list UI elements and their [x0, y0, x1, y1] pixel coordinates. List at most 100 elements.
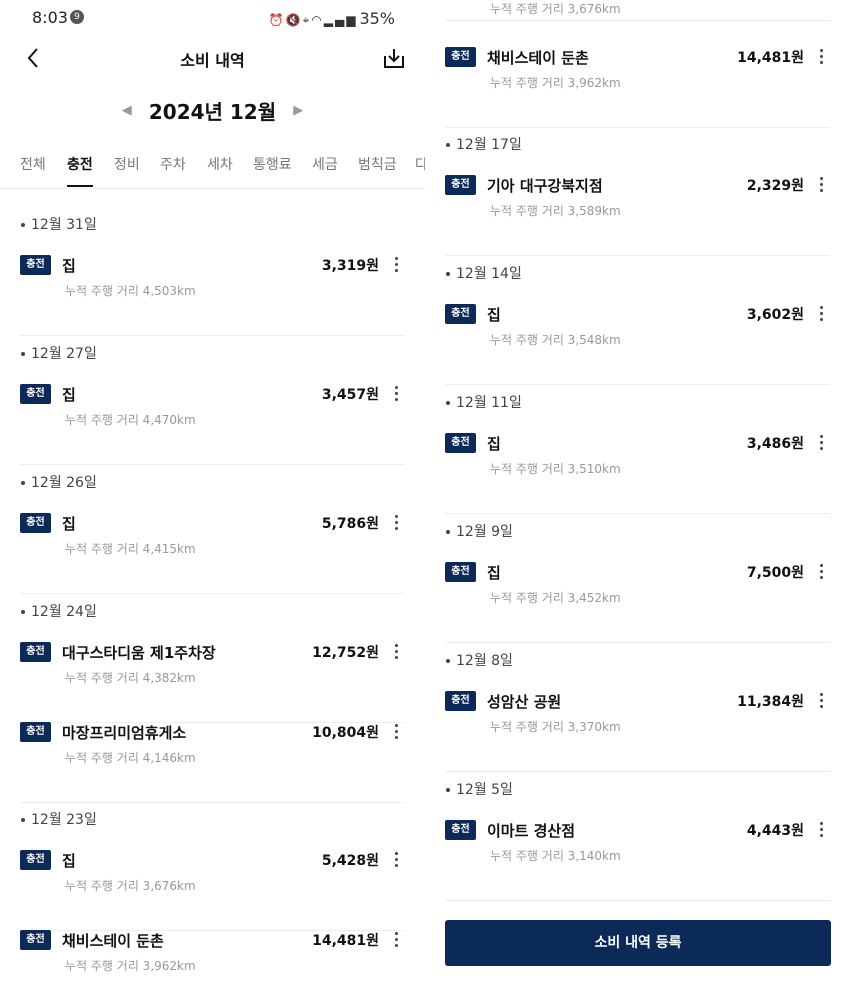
list-item[interactable]: 충전 집 3,457원 누적 주행 거리 4,470km: [20, 384, 405, 465]
item-name: 집: [487, 306, 501, 324]
date-header: 12월 8일: [446, 650, 513, 670]
category-badge: 충전: [20, 513, 51, 533]
tab-7[interactable]: 범칙금: [358, 154, 397, 174]
item-amount: 14,481원: [312, 933, 379, 949]
list-item[interactable]: 충전 이마트 경산점 4,443원 누적 주행 거리 3,140km: [445, 820, 830, 901]
more-options-icon[interactable]: [391, 932, 401, 948]
mute-icon: 🔇: [285, 13, 303, 27]
item-name: 집: [487, 435, 501, 453]
list-item[interactable]: 충전 성암산 공원 11,384원 누적 주행 거리 3,370km: [445, 691, 830, 772]
date-header: 12월 23일: [21, 809, 97, 829]
next-month-icon[interactable]: ▶: [293, 103, 303, 118]
more-options-icon[interactable]: [816, 564, 826, 580]
list-item[interactable]: 충전 집 7,500원 누적 주행 거리 3,452km: [445, 562, 830, 643]
status-time: 8:03: [32, 8, 68, 27]
left-screen: 8:03 9 ⏰🔇⌖◠▂▄▆ 35% 소비 내역 ◀ 2024년 12월 ▶ 전체…: [0, 0, 425, 998]
more-options-icon[interactable]: [391, 724, 401, 740]
more-options-icon[interactable]: [391, 644, 401, 660]
item-distance: 누적 주행 거리 4,470km: [65, 413, 196, 427]
item-name: 이마트 경산점: [487, 822, 576, 840]
list-item[interactable]: 충전 채비스테이 둔촌 14,481원누적 주행 거리 3,962km: [20, 930, 405, 998]
alarm-icon: ⏰: [268, 13, 286, 27]
list-item[interactable]: 충전 집 5,428원 누적 주행 거리 3,676km: [20, 850, 405, 931]
tab-6[interactable]: 세금: [312, 154, 338, 174]
list-item[interactable]: 충전 기아 대구강북지점 2,329원 누적 주행 거리 3,589km: [445, 175, 830, 256]
tab-5[interactable]: 통행료: [253, 154, 292, 174]
list-item[interactable]: 충전 집 3,486원 누적 주행 거리 3,510km: [445, 433, 830, 514]
location-icon: ⌖: [302, 13, 312, 27]
item-name: 집: [62, 386, 76, 404]
prev-month-icon[interactable]: ◀: [122, 103, 132, 118]
more-options-icon[interactable]: [391, 257, 401, 273]
list-item-cut[interactable]: 누적 주행 거리 3,676km: [445, 0, 830, 21]
more-options-icon[interactable]: [391, 386, 401, 402]
category-badge: 충전: [445, 562, 476, 582]
wifi-icon: ◠: [311, 13, 324, 27]
item-name: 집: [487, 564, 501, 582]
category-badge: 충전: [445, 820, 476, 840]
category-badge: 충전: [20, 930, 51, 950]
list-item[interactable]: 충전 집 3,602원누적 주행 거리 3,548km: [445, 304, 830, 385]
category-tabs: 전체 충전 정비 주차 세차 통행료 세금 범칙금 다: [0, 150, 425, 189]
date-header: 12월 24일: [21, 601, 97, 621]
category-badge: 충전: [445, 433, 476, 453]
date-header: 12월 9일: [446, 521, 513, 541]
more-options-icon[interactable]: [816, 49, 826, 65]
register-expense-button[interactable]: 소비 내역 등록: [445, 920, 831, 966]
list-item[interactable]: 충전 대구스타디움 제1주차장 12,752원 누적 주행 거리 4,382km: [20, 642, 405, 723]
tab-3[interactable]: 주차: [160, 154, 186, 174]
item-amount: 5,428원: [321, 853, 379, 869]
category-badge: 충전: [445, 47, 476, 67]
item-name: 집: [62, 515, 76, 533]
tab-0[interactable]: 전체: [20, 154, 46, 174]
item-name: 채비스테이 둔촌: [62, 932, 164, 950]
more-options-icon[interactable]: [816, 177, 826, 193]
more-options-icon[interactable]: [816, 693, 826, 709]
list-item[interactable]: 충전 집 5,786원 누적 주행 거리 4,415km: [20, 513, 405, 594]
category-badge: 충전: [20, 642, 51, 662]
date-header: 12월 14일: [446, 263, 522, 283]
more-options-icon[interactable]: [816, 822, 826, 838]
item-distance: 누적 주행 거리 3,548km: [490, 333, 621, 347]
category-badge: 충전: [445, 304, 476, 324]
item-distance: 누적 주행 거리 3,589km: [490, 204, 621, 218]
item-distance: 누적 주행 거리 3,962km: [490, 76, 621, 90]
item-name: 성암산 공원: [487, 693, 562, 711]
month-selector: ◀ 2024년 12월 ▶: [0, 96, 425, 126]
item-distance: 누적 주행 거리 4,415km: [65, 542, 196, 556]
download-icon[interactable]: [382, 46, 406, 70]
item-distance: 누적 주행 거리 4,503km: [65, 284, 196, 298]
item-name: 집: [62, 257, 76, 275]
more-options-icon[interactable]: [391, 515, 401, 531]
more-options-icon[interactable]: [816, 435, 826, 451]
active-tab-underline: [67, 185, 93, 187]
item-amount: 3,319원: [321, 258, 379, 274]
item-distance: 누적 주행 거리 3,370km: [490, 720, 621, 734]
more-options-icon[interactable]: [816, 306, 826, 322]
date-header: 12월 17일: [446, 134, 522, 154]
item-name: 마장프리미엄휴게소: [62, 724, 187, 742]
tab-1[interactable]: 충전: [67, 154, 93, 174]
item-amount: 2,329원: [746, 178, 804, 194]
item-amount: 3,486원: [746, 436, 804, 452]
item-distance: 누적 주행 거리 3,962km: [65, 959, 196, 973]
tab-4[interactable]: 세차: [207, 154, 233, 174]
date-header: 12월 26일: [21, 472, 97, 492]
item-distance: 누적 주행 거리 3,676km: [490, 2, 621, 16]
notification-count-badge: 9: [70, 10, 84, 24]
tab-8[interactable]: 다: [415, 154, 425, 174]
item-amount: 3,457원: [321, 387, 379, 403]
list-item[interactable]: 충전 마장프리미엄휴게소 10,804원 누적 주행 거리 4,146km: [20, 722, 405, 803]
item-distance: 누적 주행 거리 3,452km: [490, 591, 621, 605]
more-options-icon[interactable]: [391, 852, 401, 868]
list-item[interactable]: 충전 채비스테이 둔촌 14,481원누적 주행 거리 3,962km: [445, 47, 830, 128]
list-item[interactable]: 충전 집 3,319원 누적 주행 거리 4,503km: [20, 255, 405, 336]
item-name: 기아 대구강북지점: [487, 177, 603, 195]
tab-2[interactable]: 정비: [114, 154, 140, 174]
item-name: 채비스테이 둔촌: [487, 49, 589, 67]
date-header: 12월 5일: [446, 779, 513, 799]
item-amount: 14,481원: [737, 50, 804, 66]
month-label: 2024년 12월: [148, 100, 277, 124]
item-amount: 3,602원: [746, 307, 804, 323]
item-distance: 누적 주행 거리 4,382km: [65, 671, 196, 685]
